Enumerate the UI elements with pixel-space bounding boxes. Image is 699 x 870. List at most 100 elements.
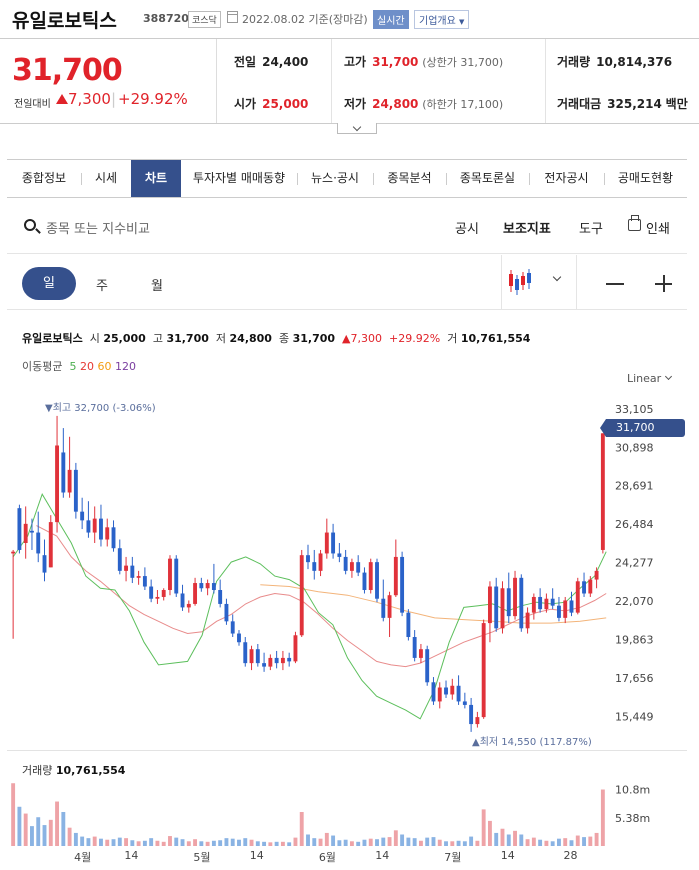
zoom-in-button[interactable] [655,275,672,292]
tab-investor-trends[interactable]: 투자자별 매매동향 [181,160,297,197]
column-divider [545,39,546,123]
volume-bar [149,838,154,846]
period-day-button[interactable]: 일 [22,267,76,300]
candle-body [211,583,216,591]
volume-bar [494,832,499,846]
trade-amount: 거래대금 325,214 백만 [557,97,688,111]
volume-bar [117,837,122,846]
candle-body [124,565,129,571]
volume-chart[interactable]: 10.8m 5.38m [0,778,699,846]
day-low: 저가 24,800 (하한가 17,100) [344,97,504,111]
candle-body [36,532,41,554]
volume-bar [600,789,605,846]
scale-selector[interactable]: Linear [627,372,673,385]
period-week-button[interactable]: 주 [96,275,108,294]
candlestick-icon [509,269,531,295]
volume-bar [124,838,129,846]
candle-body [155,596,160,599]
company-info-button[interactable]: 기업개요 ▼ [414,10,470,29]
volume-bar [67,827,72,846]
volume-bar [249,839,254,846]
candle-body [168,558,172,591]
volume-bar [199,841,204,846]
x-tick-label: 28 [563,849,578,862]
volume-bar [262,841,267,846]
candle-body [174,558,179,594]
candle-body [450,685,455,695]
candle-body [544,598,549,610]
zoom-out-button[interactable] [606,283,624,285]
price-change: 7,300 [68,90,111,108]
volume-bar [582,837,586,846]
volume-bar [400,834,405,846]
search-input[interactable]: 종목 또는 지수비교 [46,218,150,237]
expand-toggle-button[interactable] [337,123,377,134]
tab-e-disclosure[interactable]: 전자공시 [529,160,604,197]
disclosure-button[interactable]: 공시 [455,218,479,237]
print-button[interactable]: 인쇄 [646,218,670,237]
tab-chart[interactable]: 차트 [131,160,181,197]
volume-bar [462,841,467,846]
volume-bar [538,839,543,846]
chart-type-selector[interactable] [501,255,577,309]
candle-body [563,600,568,618]
candle-body [117,548,122,571]
ma20-label[interactable]: 20 [80,360,94,373]
tab-analysis[interactable]: 종목분석 [373,160,446,197]
candle-body [11,551,16,554]
candle-body [406,612,411,638]
volume-bar [469,836,474,846]
candle-body [17,508,22,550]
print-icon[interactable] [628,215,641,231]
candle-body [299,555,304,636]
tab-quotes[interactable]: 시세 [81,160,131,197]
candle-body [161,590,166,597]
tab-overview[interactable]: 종합정보 [7,160,81,197]
volume-tick-label: 5.38m [615,812,650,825]
volume-bar [23,813,28,846]
candle-body [469,704,474,725]
volume-bar [211,840,216,846]
ma120-label[interactable]: 120 [115,360,136,373]
chevron-down-icon: ▼ [459,18,465,26]
candle-body [425,649,430,683]
candle-body [136,576,141,578]
tab-news[interactable]: 뉴스·공시 [297,160,373,197]
x-tick-label: 14 [124,849,139,862]
candle-body [73,469,78,512]
tab-discussion[interactable]: 종목토론실 [446,160,529,197]
candle-body [337,553,342,557]
tools-button[interactable]: 도구 [579,218,603,237]
candle-body [569,600,574,613]
volume-bar [456,840,461,846]
candle-body [224,603,229,622]
indicators-button[interactable]: 보조지표 [503,218,551,237]
period-month-button[interactable]: 월 [151,275,163,294]
volume-bar [230,838,235,846]
volume-bar [142,840,147,846]
candle-body [306,555,310,563]
volume-label: 거래량 10,761,554 [22,764,126,777]
x-tick-label: 4월 [74,851,92,864]
realtime-button[interactable]: 실시간 [373,10,409,29]
volume-bar [575,835,580,846]
volume-bar [155,840,160,846]
day-high: 고가 31,700 (상한가 31,700) [344,55,504,69]
candle-body [324,532,329,554]
candle-body [494,586,499,629]
volume-bar [80,836,85,846]
candle-body [130,565,135,578]
volume-bar [362,839,367,846]
candle-body [506,588,511,617]
volume-bar [268,842,273,846]
y-tick-label: 24,277 [615,557,654,570]
market-badge: 코스닥 [188,11,221,28]
ma60-label[interactable]: 60 [97,360,111,373]
tab-short-selling[interactable]: 공매도현황 [604,160,687,197]
price-chart[interactable]: 33,105 30,898 28,691 26,484 24,277 22,070 19,8… [0,395,699,750]
candle-body [356,562,361,573]
ma5-label[interactable]: 5 [69,360,76,373]
candle-body [80,511,85,521]
volume-bar [550,841,555,846]
candle-body [199,583,204,589]
